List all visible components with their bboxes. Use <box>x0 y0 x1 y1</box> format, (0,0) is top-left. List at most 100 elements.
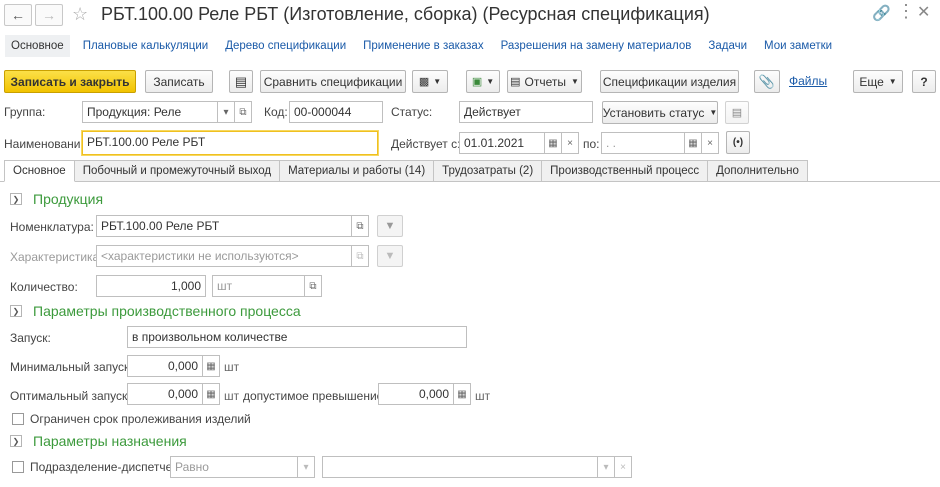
more-menu-icon[interactable]: ⋮ <box>897 1 915 22</box>
code-field[interactable]: 00-000044 <box>289 101 383 123</box>
open-icon: ⧉ <box>239 106 247 118</box>
characteristic-open-button: ⧉ <box>351 245 369 267</box>
nomenclature-field[interactable]: РБТ.100.00 Реле РБТ <box>96 215 352 237</box>
item-specs-button[interactable]: Спецификации изделия <box>600 70 739 93</box>
nav-link-orders-usage[interactable]: Применение в заказах <box>363 40 483 52</box>
save-button[interactable]: Записать <box>145 70 213 93</box>
clear-icon: × <box>707 137 713 149</box>
save-and-close-button[interactable]: Записать и закрыть <box>4 70 136 93</box>
nav-link-replacement[interactable]: Разрешения на замену материалов <box>501 40 692 52</box>
group-open-button[interactable]: ⧉ <box>234 101 252 123</box>
tab-materials-works[interactable]: Материалы и работы (14) <box>280 160 435 182</box>
characteristic-filter-button: ▼ <box>377 245 403 267</box>
excess-calc-button[interactable]: ▦ <box>453 383 471 405</box>
process-section-title: Параметры производственного процесса <box>33 303 301 319</box>
close-icon[interactable]: ✕ <box>917 2 930 22</box>
clear-icon: × <box>567 137 573 149</box>
tab-labor[interactable]: Трудозатраты (2) <box>434 160 543 182</box>
opt-launch-field[interactable]: 0,000 <box>127 383 203 405</box>
valid-to-clear-button[interactable]: × <box>701 132 719 154</box>
reports-menu-button[interactable]: ▤ Отчеты ▼ <box>507 70 582 93</box>
quantity-unit-field[interactable]: шт <box>212 275 288 297</box>
more-actions-button[interactable]: Еще ▼ <box>853 70 903 93</box>
min-launch-field[interactable]: 0,000 <box>127 355 203 377</box>
quantity-unit-open-button[interactable]: ⧉ <box>304 275 322 297</box>
product-section-header[interactable]: ❯ Продукция <box>10 191 103 207</box>
quantity-field[interactable]: 1,000 <box>96 275 206 297</box>
forward-button[interactable]: → <box>35 4 63 26</box>
shelf-life-checkbox[interactable] <box>12 413 24 425</box>
tab-byproduct-output[interactable]: Побочный и промежуточный выход <box>74 160 281 182</box>
list-icon: ▤ <box>234 73 248 89</box>
min-launch-calc-button[interactable]: ▦ <box>202 355 220 377</box>
status-field: Действует <box>459 101 593 123</box>
calendar-icon: ▦ <box>688 137 698 149</box>
opt-launch-calc-button[interactable]: ▦ <box>202 383 220 405</box>
dispatcher-value-field[interactable] <box>322 456 598 478</box>
nav-link-main[interactable]: Основное <box>5 35 70 57</box>
excess-field[interactable]: 0,000 <box>378 383 454 405</box>
compare-specs-button[interactable]: Сравнить спецификации <box>260 70 406 93</box>
dispatcher-checkbox[interactable] <box>12 461 24 473</box>
chevron-down-icon: ▾ <box>303 461 309 473</box>
filter-icon: ▼ <box>384 220 396 232</box>
link-icon[interactable]: 🔗 <box>872 4 891 22</box>
nav-link-spec-tree[interactable]: Дерево спецификации <box>225 40 346 52</box>
period-button[interactable]: (•) <box>726 131 750 154</box>
tab-additional[interactable]: Дополнительно <box>708 160 808 182</box>
set-status-button[interactable]: Установить статус ▼ <box>602 101 718 124</box>
min-launch-unit: шт <box>224 360 240 374</box>
favorite-star-icon[interactable]: ☆ <box>72 4 88 25</box>
reports-icon: ▤ <box>510 76 521 88</box>
dispatcher-value-clear[interactable]: × <box>614 456 632 478</box>
characteristic-field: <характеристики не используются> <box>96 245 352 267</box>
product-section-title: Продукция <box>33 191 104 207</box>
dispatcher-value-dropdown[interactable]: ▾ <box>597 456 615 478</box>
launch-field[interactable]: в произвольном количестве <box>127 326 467 348</box>
shelf-life-label: Ограничен срок пролеживания изделий <box>30 412 251 426</box>
valid-from-label: Действует с: <box>391 137 461 151</box>
process-section-header[interactable]: ❯ Параметры производственного процесса <box>10 303 301 319</box>
document-list-button[interactable]: ▤ <box>229 70 253 93</box>
group-dropdown-button[interactable]: ▾ <box>217 101 235 123</box>
assignment-section-header[interactable]: ❯ Параметры назначения <box>10 433 187 449</box>
nav-link-tasks[interactable]: Задачи <box>708 40 747 52</box>
back-button[interactable]: ← <box>4 4 32 26</box>
launch-label: Запуск: <box>10 331 51 345</box>
print-icon: ▩ <box>418 76 430 88</box>
nomenclature-open-button[interactable]: ⧉ <box>351 215 369 237</box>
valid-from-clear-button[interactable]: × <box>561 132 579 154</box>
nav-link-notes[interactable]: Мои заметки <box>764 40 832 52</box>
arrow-right-icon: → <box>42 7 56 23</box>
excess-label: допустимое превышение: <box>243 389 387 403</box>
help-button[interactable]: ? <box>912 70 936 93</box>
tab-main[interactable]: Основное <box>4 160 75 182</box>
valid-to-field[interactable]: . . <box>601 132 685 154</box>
name-field[interactable]: РБТ.100.00 Реле РБТ <box>82 131 378 155</box>
chevron-down-icon: ▼ <box>709 108 718 117</box>
window-title: РБТ.100.00 Реле РБТ (Изготовление, сборк… <box>101 4 710 24</box>
dispatcher-condition-dropdown[interactable]: ▾ <box>297 456 315 478</box>
quantity-unit-dropdown[interactable] <box>287 275 305 297</box>
tab-production-process[interactable]: Производственный процесс <box>542 160 709 182</box>
calendar-icon: ▦ <box>548 137 558 149</box>
files-link[interactable]: Файлы <box>789 74 827 88</box>
broadcast-icon: (•) <box>732 137 744 148</box>
create-based-icon: ▣ <box>471 76 483 88</box>
nav-link-calculations[interactable]: Плановые калькуляции <box>83 40 209 52</box>
valid-from-field[interactable]: 01.01.2021 <box>459 132 545 154</box>
name-label: Наименование: <box>4 137 91 151</box>
chevron-down-icon: ❯ <box>10 193 22 205</box>
dispatcher-label: Подразделение-диспетчер <box>30 460 180 474</box>
dispatcher-condition-field[interactable]: Равно <box>170 456 298 478</box>
chevron-down-icon: ❯ <box>10 435 22 447</box>
set-status-label: Установить статус <box>602 105 705 120</box>
print-menu-button[interactable]: ▩ ▼ <box>412 70 448 93</box>
valid-to-calendar-button[interactable]: ▦ <box>684 132 702 154</box>
valid-from-calendar-button[interactable]: ▦ <box>544 132 562 154</box>
status-history-button[interactable]: ▤ <box>725 101 749 124</box>
create-based-on-button[interactable]: ▣ ▼ <box>466 70 500 93</box>
nomenclature-filter-button[interactable]: ▼ <box>377 215 403 237</box>
group-field[interactable]: Продукция: Реле <box>82 101 218 123</box>
attach-files-button[interactable]: 📎 <box>754 70 780 93</box>
